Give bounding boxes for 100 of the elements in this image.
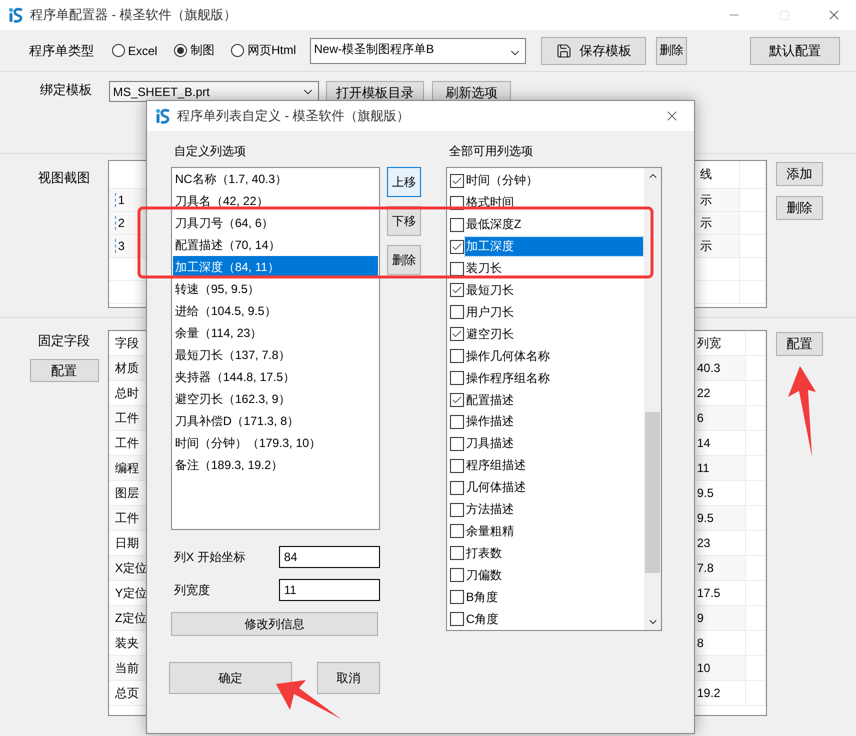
checklist-item[interactable]: 操作描述 xyxy=(465,412,515,432)
config-button[interactable]: 配置 xyxy=(776,332,823,356)
checklist-item[interactable]: 最低深度Z xyxy=(465,215,522,234)
column-header: 线 xyxy=(694,161,740,189)
delete-button[interactable]: 删除 xyxy=(656,36,688,64)
list-item[interactable]: 备注（189.3, 19.2） xyxy=(173,454,378,476)
checkbox[interactable] xyxy=(450,262,464,276)
move-button[interactable]: 上移 xyxy=(387,167,421,197)
save-icon xyxy=(556,42,572,58)
cancel-button[interactable]: 取消 xyxy=(317,662,380,694)
checkbox[interactable] xyxy=(450,546,464,560)
checklist-item[interactable]: 最短刀长 xyxy=(465,280,515,300)
input-field[interactable]: 11 xyxy=(279,579,380,601)
checklist-item[interactable]: 方法描述 xyxy=(465,500,515,520)
modify-button[interactable]: 修改列信息 xyxy=(171,612,378,636)
checklist-item[interactable]: 用户刀长 xyxy=(465,302,515,322)
table-cell: 9 xyxy=(695,606,746,631)
check-icon xyxy=(451,174,463,187)
checkbox[interactable] xyxy=(450,590,464,604)
default-config-button[interactable]: 默认配置 xyxy=(750,36,840,64)
checkbox[interactable] xyxy=(450,218,464,232)
table-cell: 9.5 xyxy=(695,481,746,506)
list-item[interactable]: 转速（95, 9.5） xyxy=(173,278,378,300)
checkbox[interactable] xyxy=(450,371,464,386)
checkbox[interactable] xyxy=(450,349,464,364)
checkbox[interactable] xyxy=(450,502,464,517)
list-item[interactable]: NC名称（1.7, 40.3） xyxy=(173,168,378,190)
checklist-item[interactable]: 装刀长 xyxy=(465,259,503,278)
scrollbar[interactable] xyxy=(644,168,661,630)
logo-icon xyxy=(155,108,171,124)
row-number: 2 xyxy=(115,216,125,230)
table-cell: 11 xyxy=(695,456,746,481)
add-button[interactable]: 添加 xyxy=(776,162,823,186)
checkbox[interactable] xyxy=(450,327,464,342)
panel-label: 全部可用列选项 xyxy=(448,143,534,160)
list-item[interactable]: 刀具名（42, 22） xyxy=(173,190,378,212)
window-title: 程序单配置器 - 模圣软件（旗舰版） xyxy=(30,6,238,24)
checkbox[interactable] xyxy=(450,612,464,626)
table-cell: 示 xyxy=(694,212,740,235)
input-field[interactable]: 84 xyxy=(279,546,380,568)
table-cell: 14 xyxy=(695,431,746,456)
move-button[interactable]: 下移 xyxy=(387,206,421,236)
table-cell: 10 xyxy=(695,656,746,681)
checkbox[interactable] xyxy=(450,283,464,298)
list-item[interactable]: 配置描述（70, 14） xyxy=(173,234,378,256)
checklist-item[interactable]: 刀偏数 xyxy=(465,566,503,585)
table-cell: 6 xyxy=(695,406,746,431)
logo-icon xyxy=(8,7,24,23)
list-item[interactable]: 时间（分钟）（179.3, 10） xyxy=(173,432,378,454)
table-cell: 8 xyxy=(695,631,746,656)
radio-option[interactable]: 制图 xyxy=(174,42,214,59)
row-number: 1 xyxy=(115,193,125,207)
checklist-item[interactable]: 打表数 xyxy=(465,544,503,563)
list-item[interactable]: 进给（104.5, 9.5） xyxy=(173,300,378,322)
checklist-item[interactable]: 加工深度 xyxy=(465,237,643,256)
checklist-item[interactable]: 余量粗精 xyxy=(465,522,515,541)
ok-button[interactable]: 确定 xyxy=(169,662,292,694)
checkbox[interactable] xyxy=(450,305,464,320)
table-cell: 9.5 xyxy=(695,506,746,531)
radio-option[interactable]: Excel xyxy=(112,44,158,58)
checklist-item[interactable]: 程序组描述 xyxy=(465,456,527,476)
checklist-item[interactable]: 几何体描述 xyxy=(465,478,527,498)
checkbox[interactable] xyxy=(450,568,464,582)
checkbox[interactable] xyxy=(450,436,464,451)
template-dropdown[interactable]: New-模圣制图程序单B xyxy=(310,38,526,64)
template-file-dropdown[interactable]: MS_SHEET_B.prt xyxy=(109,81,319,102)
table-cell: 示 xyxy=(694,189,740,212)
dialog-title: 程序单列表自定义 - 模圣软件（旗舰版） xyxy=(177,107,411,125)
field-label: 列X 开始坐标 xyxy=(174,548,246,566)
section-label: 固定字段 xyxy=(38,332,90,350)
checklist-item[interactable]: 刀具描述 xyxy=(465,434,515,454)
checklist-item[interactable]: 时间（分钟） xyxy=(465,171,539,190)
move-button[interactable]: 删除 xyxy=(387,245,421,275)
checkbox[interactable] xyxy=(450,240,464,254)
checkbox[interactable] xyxy=(450,458,464,473)
table-cell: 19.2 xyxy=(695,681,746,706)
table-cell: 40.3 xyxy=(695,356,746,381)
radio-option[interactable]: 网页Html xyxy=(231,42,296,59)
list-item[interactable]: 刀具补偿D（171.3, 8） xyxy=(173,410,378,432)
table-cell: 22 xyxy=(695,381,746,406)
checkbox[interactable] xyxy=(450,174,464,188)
section-label: 视图截图 xyxy=(38,169,90,187)
list-item[interactable]: 加工深度（84, 11） xyxy=(173,256,378,278)
checkbox[interactable] xyxy=(450,480,464,495)
checkbox[interactable] xyxy=(450,393,464,408)
delete-button[interactable]: 删除 xyxy=(776,196,823,220)
column-header: 列宽 xyxy=(695,331,746,356)
field-label: 列宽度 xyxy=(174,582,210,598)
panel-label: 自定义列选项 xyxy=(173,143,247,160)
table-cell: 17.5 xyxy=(695,581,746,606)
list-item[interactable]: 刀具刀号（64, 6） xyxy=(173,212,378,234)
checklist-item[interactable]: B角度 xyxy=(465,588,500,607)
field-label: 程序单类型 xyxy=(29,42,94,60)
table-cell: 示 xyxy=(694,235,740,258)
checkbox[interactable] xyxy=(450,414,464,429)
save-template-button[interactable]: 保存模板 xyxy=(541,36,646,64)
table-cell: 23 xyxy=(695,531,746,556)
checklist-item[interactable]: C角度 xyxy=(465,610,500,629)
config-button[interactable]: 配置 xyxy=(30,359,98,382)
checkbox[interactable] xyxy=(450,524,464,538)
